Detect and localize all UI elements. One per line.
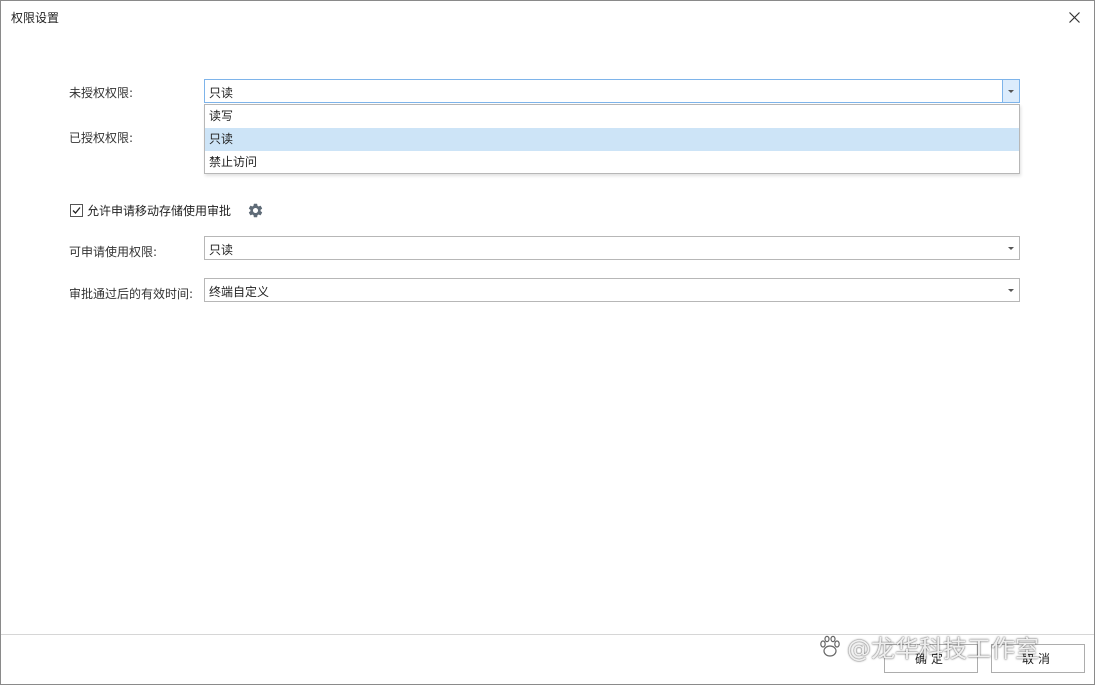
cancel-button[interactable]: 取消 [991, 644, 1085, 673]
paw-icon [820, 635, 840, 657]
dropdown-arrow-button[interactable] [1002, 80, 1019, 102]
unauthorized-permission-value: 只读 [209, 86, 234, 100]
close-button[interactable] [1064, 7, 1084, 27]
ok-button[interactable]: 确定 [884, 644, 978, 673]
title-bar: 权限设置 [1, 1, 1094, 33]
allow-approval-checkbox[interactable] [70, 204, 83, 217]
close-icon [1068, 11, 1080, 23]
dropdown-option-read-only[interactable]: 只读 [205, 128, 1019, 151]
unauthorized-permission-label: 未授权权限: [69, 86, 134, 100]
chevron-down-icon [1008, 89, 1014, 93]
apply-permission-arrow[interactable] [1003, 237, 1019, 259]
allow-approval-row: 允许申请移动存储使用审批 [70, 202, 264, 219]
apply-permission-value: 只读 [209, 243, 234, 257]
allow-approval-label[interactable]: 允许申请移动存储使用审批 [87, 202, 231, 219]
dropdown-option-read-write[interactable]: 读写 [205, 105, 1019, 128]
approval-settings-button[interactable] [247, 202, 264, 219]
valid-time-select[interactable]: 终端自定义 [204, 278, 1020, 302]
dialog-title: 权限设置 [11, 11, 60, 25]
apply-permission-select[interactable]: 只读 [204, 236, 1020, 260]
gear-icon [248, 203, 263, 218]
footer-divider [1, 634, 1094, 635]
valid-time-label: 审批通过后的有效时间: [69, 287, 194, 301]
valid-time-arrow[interactable] [1003, 279, 1019, 301]
dropdown-option-no-access[interactable]: 禁止访问 [205, 151, 1019, 174]
permission-settings-dialog: 权限设置 未授权权限: 只读 读写 只读 禁止访问 已授权权限: 允许申请移动存… [0, 0, 1095, 685]
chevron-down-icon [1008, 288, 1014, 292]
chevron-down-icon [1008, 246, 1014, 250]
valid-time-value: 终端自定义 [209, 285, 270, 299]
check-icon [72, 207, 81, 214]
apply-permission-label: 可申请使用权限: [69, 245, 158, 259]
permission-dropdown-list: 读写 只读 禁止访问 [204, 104, 1020, 174]
authorized-permission-label: 已授权权限: [69, 131, 134, 145]
unauthorized-permission-select[interactable]: 只读 [204, 79, 1020, 103]
